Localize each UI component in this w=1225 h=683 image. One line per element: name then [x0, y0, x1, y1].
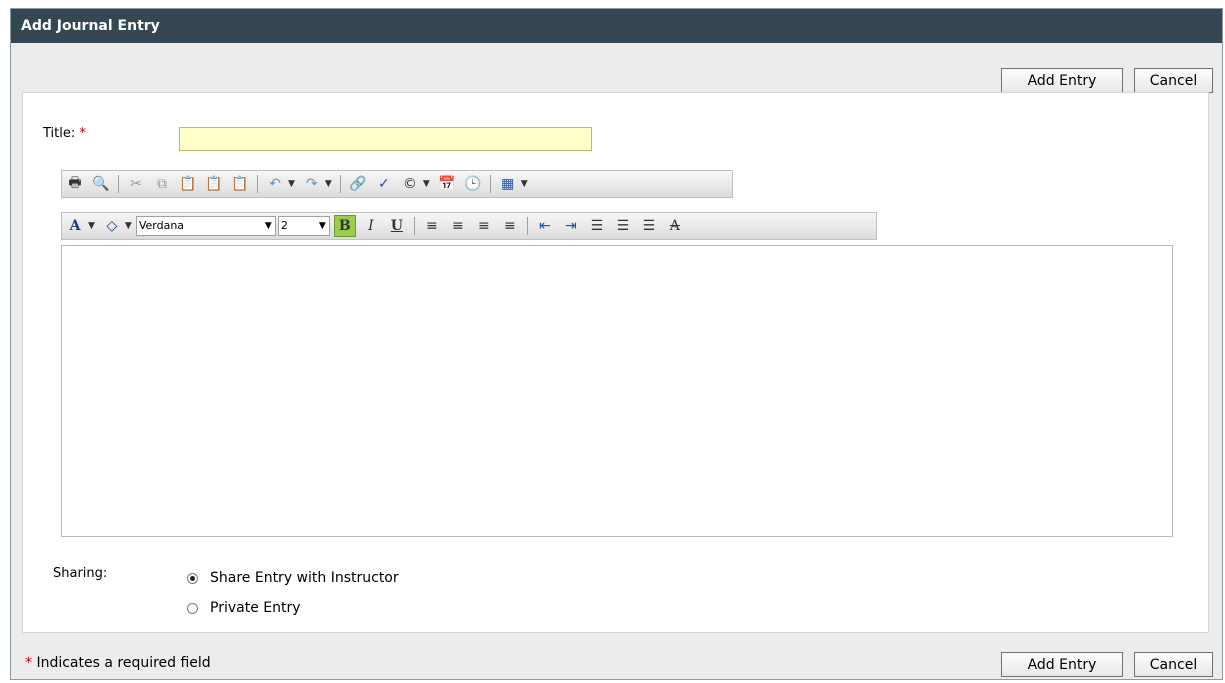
dialog-title: Add Journal Entry — [11, 9, 1222, 43]
highlight-color-dropdown-icon[interactable]: ▼ — [125, 221, 132, 231]
cut-icon[interactable]: ✂ — [125, 173, 147, 195]
hyperlink-icon[interactable]: 🔗 — [347, 173, 369, 195]
bulleted-list-icon[interactable]: ☰ — [612, 215, 634, 237]
cancel-button-bottom[interactable]: Cancel — [1134, 652, 1213, 677]
font-size-value: 2 — [280, 219, 288, 232]
share-with-instructor-radio[interactable] — [187, 572, 198, 584]
cancel-button-top[interactable]: Cancel — [1134, 68, 1213, 93]
paste-html-icon[interactable]: 📋 — [229, 173, 251, 195]
font-family-select[interactable]: Verdana ▼ — [135, 216, 276, 236]
private-entry-option[interactable]: Private Entry — [187, 600, 301, 616]
insert-date-icon[interactable]: 📅 — [436, 173, 458, 195]
private-entry-label: Private Entry — [210, 600, 301, 616]
paste-icon[interactable]: 📋 — [177, 173, 199, 195]
chevron-down-icon: ▼ — [264, 221, 272, 231]
required-asterisk: * — [25, 655, 32, 671]
sharing-label: Sharing: — [53, 566, 108, 581]
font-family-value: Verdana — [138, 219, 185, 232]
special-characters-icon[interactable]: © — [399, 173, 421, 195]
line-spacing-icon[interactable]: ☰ — [638, 215, 660, 237]
italic-button[interactable]: I — [360, 215, 382, 237]
undo-dropdown-icon[interactable]: ▼ — [288, 179, 295, 189]
font-size-select[interactable]: 2 ▼ — [277, 216, 330, 236]
copy-icon[interactable]: ⧉ — [151, 173, 173, 195]
editor-toolbar-row-2: A ▼ ◇ ▼ Verdana ▼ 2 ▼ B I U ≡ ≡ ≡ ≡ ⇤ ⇥ ☰ … — [61, 212, 877, 240]
share-with-instructor-label: Share Entry with Instructor — [210, 570, 399, 586]
required-field-note-text: Indicates a required field — [32, 655, 211, 671]
add-entry-button-bottom[interactable]: Add Entry — [1001, 652, 1123, 677]
font-color-dropdown-icon[interactable]: ▼ — [88, 221, 95, 231]
toolbar-separator — [339, 175, 341, 193]
title-label-text: Title: — [43, 126, 76, 141]
find-icon[interactable]: 🔍 — [90, 173, 112, 195]
underline-button[interactable]: U — [386, 215, 408, 237]
title-input[interactable] — [179, 127, 592, 151]
add-entry-button-top[interactable]: Add Entry — [1001, 68, 1123, 93]
private-entry-radio[interactable] — [187, 602, 198, 614]
toolbar-separator — [257, 175, 258, 193]
insert-time-icon[interactable]: 🕒 — [462, 173, 484, 195]
toolbar-separator — [118, 175, 119, 193]
outdent-icon[interactable]: ⇤ — [534, 215, 556, 237]
toolbar-separator — [413, 217, 415, 235]
required-asterisk: * — [79, 126, 86, 141]
align-left-icon[interactable]: ≡ — [421, 215, 443, 237]
title-label: Title: * — [43, 126, 86, 141]
table-icon[interactable]: ▦ — [497, 173, 519, 195]
highlight-color-icon[interactable]: ◇ — [101, 215, 123, 237]
toolbar-separator — [526, 217, 528, 235]
redo-dropdown-icon[interactable]: ▼ — [325, 179, 332, 189]
strikethrough-icon[interactable]: A — [664, 215, 686, 237]
required-field-note: * Indicates a required field — [25, 655, 211, 671]
share-with-instructor-option[interactable]: Share Entry with Instructor — [187, 570, 399, 586]
bold-button[interactable]: B — [333, 215, 356, 237]
indent-icon[interactable]: ⇥ — [560, 215, 582, 237]
chevron-down-icon: ▼ — [318, 221, 326, 231]
toolbar-separator — [489, 175, 491, 193]
table-dropdown-icon[interactable]: ▼ — [521, 179, 528, 189]
font-color-icon[interactable]: A — [64, 215, 86, 237]
print-icon[interactable]: 🖶 — [64, 173, 86, 195]
paste-text-icon[interactable]: 📋 — [203, 173, 225, 195]
align-center-icon[interactable]: ≡ — [447, 215, 469, 237]
editor-toolbar-row-1: 🖶 🔍 ✂ ⧉ 📋 📋 📋 ↶ ▼ ↷ ▼ 🔗 ✓ © ▼ 📅 🕒 ▦ ▼ — [61, 170, 733, 198]
redo-icon[interactable]: ↷ — [301, 173, 323, 195]
special-characters-dropdown-icon[interactable]: ▼ — [423, 179, 430, 189]
align-right-icon[interactable]: ≡ — [473, 215, 495, 237]
numbered-list-icon[interactable]: ☰ — [586, 215, 608, 237]
spellcheck-icon[interactable]: ✓ — [373, 173, 395, 195]
rich-text-editor-area[interactable] — [61, 245, 1173, 537]
undo-icon[interactable]: ↶ — [264, 173, 286, 195]
align-justify-icon[interactable]: ≡ — [499, 215, 521, 237]
